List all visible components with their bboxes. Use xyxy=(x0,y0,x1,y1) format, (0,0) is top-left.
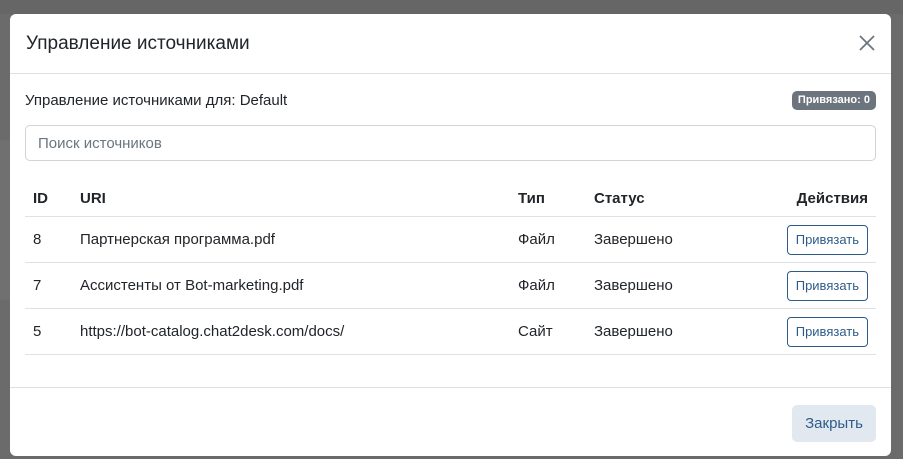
modal-footer: Закрыть xyxy=(10,387,891,456)
backdrop xyxy=(0,0,903,14)
subtitle: Управление источниками для: Default xyxy=(25,92,287,109)
cell-status: Завершено xyxy=(586,308,762,355)
subtitle-target: Default xyxy=(239,92,288,109)
cell-status: Завершено xyxy=(586,262,762,309)
cell-id: 7 xyxy=(25,262,72,309)
sources-table: ID URI Тип Статус Действия 8 Партнерская… xyxy=(25,181,876,355)
linked-count-badge: Привязано: 0 xyxy=(791,91,876,110)
backdrop-strip xyxy=(0,140,10,300)
table-row: 5 https://bot-catalog.chat2desk.com/docs… xyxy=(25,308,876,355)
header-id: ID xyxy=(25,181,72,217)
bind-button[interactable]: Привязать xyxy=(786,316,868,347)
header-type: Тип xyxy=(510,181,586,217)
cell-actions: Привязать xyxy=(762,262,876,309)
cell-type: Файл xyxy=(510,262,586,309)
header-uri: URI xyxy=(72,181,510,217)
cell-uri: https://bot-catalog.chat2desk.com/docs/ xyxy=(72,308,510,355)
subtitle-prefix: Управление источниками для: xyxy=(25,92,240,109)
search-input[interactable] xyxy=(25,125,876,161)
bind-button[interactable]: Привязать xyxy=(786,224,868,255)
cell-id: 8 xyxy=(25,216,72,263)
modal-title: Управление источниками xyxy=(26,33,250,54)
cell-type: Файл xyxy=(510,216,586,263)
cell-actions: Привязать xyxy=(762,216,876,263)
sources-modal: Управление источниками Управление источн… xyxy=(10,14,891,456)
close-button[interactable]: Закрыть xyxy=(792,405,876,442)
close-icon[interactable] xyxy=(855,31,879,55)
cell-id: 5 xyxy=(25,308,72,355)
bind-button[interactable]: Привязать xyxy=(786,270,868,301)
cell-status: Завершено xyxy=(586,216,762,263)
header-status: Статус xyxy=(586,181,762,217)
table-row: 7 Ассистенты от Bot-marketing.pdf Файл З… xyxy=(25,262,876,309)
cell-type: Сайт xyxy=(510,308,586,355)
table-header-row: ID URI Тип Статус Действия xyxy=(25,181,876,217)
table-row: 8 Партнерская программа.pdf Файл Заверше… xyxy=(25,216,876,263)
cell-uri: Ассистенты от Bot-marketing.pdf xyxy=(72,262,510,309)
cell-uri: Партнерская программа.pdf xyxy=(72,216,510,263)
cell-actions: Привязать xyxy=(762,308,876,355)
modal-header: Управление источниками xyxy=(10,14,891,74)
header-actions: Действия xyxy=(762,181,876,217)
